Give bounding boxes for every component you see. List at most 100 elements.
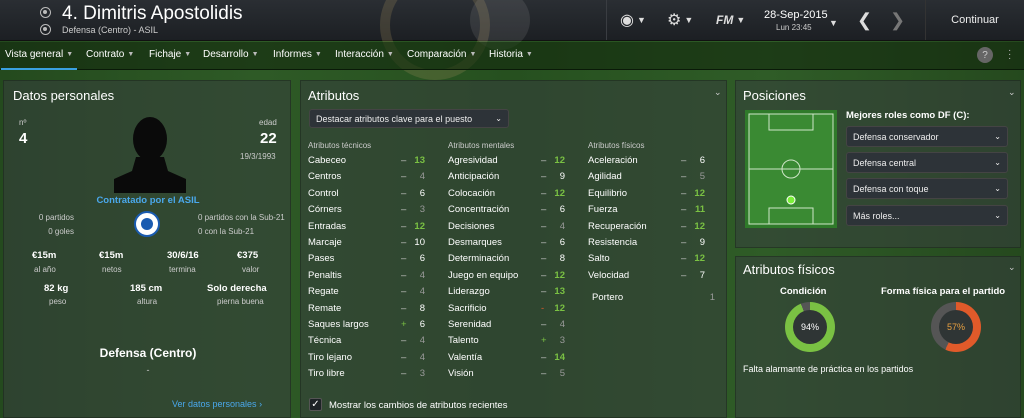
wage-value: €15m [32, 250, 57, 261]
back-button[interactable]: ❮ [857, 10, 872, 30]
condition-value: 94% [793, 310, 827, 344]
height-value: 185 cm [130, 283, 163, 294]
attribute-name[interactable]: Saques largos [308, 319, 369, 330]
attribute-name[interactable]: Anticipación [448, 171, 499, 182]
attribute-name[interactable]: Serenidad [448, 319, 491, 330]
panel-title: Posiciones [743, 88, 806, 103]
attribute-value: 6 [559, 204, 565, 216]
attribute-name[interactable]: Tiro lejano [308, 352, 352, 363]
attribute-change-indicator: – [541, 171, 547, 183]
chevron-down-icon[interactable]: ⌄ [1008, 87, 1016, 98]
attribute-name[interactable]: Recuperación [588, 221, 647, 232]
attribute-name[interactable]: Centros [308, 171, 341, 182]
attribute-name[interactable]: Córners [308, 204, 342, 215]
goalkeeper-label: Portero [592, 292, 624, 303]
player-silhouette-icon [114, 117, 186, 193]
attribute-name[interactable]: Colocación [448, 188, 495, 199]
world-menu[interactable]: ◉ ▼ [620, 10, 646, 30]
role-label: Defensa conservador [853, 131, 939, 142]
chevron-down-icon[interactable]: ⌄ [714, 87, 722, 98]
tab-informes[interactable]: Informes ▼ [273, 49, 322, 60]
radio-icon[interactable] [40, 7, 51, 18]
tab-label: Informes [273, 49, 312, 60]
attribute-name[interactable]: Concentración [448, 204, 509, 215]
attribute-name[interactable]: Velocidad [588, 270, 629, 281]
attribute-name[interactable]: Regate [308, 286, 339, 297]
tab-desarrollo[interactable]: Desarrollo ▼ [203, 49, 259, 60]
attribute-value: 3 [559, 335, 565, 347]
contract-club-link[interactable]: Contratado por el ASIL [4, 195, 292, 206]
attribute-name[interactable]: Decisiones [448, 221, 494, 232]
attribute-name[interactable]: Liderazgo [448, 286, 490, 297]
date-dropdown[interactable]: ▼ [829, 13, 838, 33]
more-roles-button[interactable]: Más roles... ⌄ [846, 205, 1008, 226]
attribute-name[interactable]: Sacrificio [448, 303, 487, 314]
attribute-name[interactable]: Entradas [308, 221, 346, 232]
tab-vista-general[interactable]: Vista general ▼ [0, 49, 78, 70]
attribute-name[interactable]: Agresividad [448, 155, 498, 166]
fitness-note: Falta alarmante de práctica en los parti… [743, 364, 914, 374]
chevron-down-icon: ⌄ [994, 158, 1001, 167]
attribute-name[interactable]: Cabeceo [308, 155, 346, 166]
positions-panel: Posiciones ⌄ Mejores roles como DF (C): … [735, 80, 1021, 248]
chevron-down-icon: ▼ [386, 51, 394, 58]
attribute-name[interactable]: Determinación [448, 253, 509, 264]
attribute-name[interactable]: Pases [308, 253, 334, 264]
attribute-name[interactable]: Juego en equipo [448, 270, 518, 281]
attribute-name[interactable]: Control [308, 188, 339, 199]
attribute-name[interactable]: Penaltis [308, 270, 342, 281]
attribute-name[interactable]: Fuerza [588, 204, 618, 215]
attribute-name[interactable]: Equilibrio [588, 188, 627, 199]
role-option[interactable]: Defensa central ⌄ [846, 152, 1008, 173]
attribute-change-indicator: – [401, 302, 407, 314]
attribute-value: 13 [414, 155, 425, 166]
attribute-name[interactable]: Visión [448, 368, 474, 379]
attribute-change-indicator: - [541, 302, 545, 314]
attribute-change-indicator: – [681, 237, 687, 248]
number-label: nº [19, 118, 27, 127]
attribute-value: 6 [419, 253, 425, 265]
fm-menu[interactable]: FM ▼ [716, 10, 745, 30]
globe-icon: ◉ [620, 12, 634, 29]
tab-fichaje[interactable]: Fichaje ▼ [149, 49, 191, 60]
tab-label: Desarrollo [203, 49, 249, 60]
attribute-name[interactable]: Agilidad [588, 171, 622, 182]
attribute-name[interactable]: Tiro libre [308, 368, 345, 379]
attribute-name[interactable]: Marcaje [308, 237, 342, 248]
tab-contrato[interactable]: Contrato ▼ [86, 49, 134, 60]
attribute-value: 12 [694, 187, 705, 199]
attribute-name[interactable]: Talento [448, 335, 479, 346]
help-icon[interactable]: ? [977, 47, 993, 63]
attribute-name[interactable]: Resistencia [588, 237, 637, 248]
tab-comparacion[interactable]: Comparación ▼ [407, 49, 476, 60]
attribute-name[interactable]: Aceleración [588, 155, 638, 166]
attribute-name[interactable]: Remate [308, 303, 341, 314]
highlight-attributes-dropdown[interactable]: Destacar atributos clave para el puesto ⌄ [309, 109, 509, 128]
radio-icon[interactable] [40, 24, 51, 35]
attribute-name[interactable]: Técnica [308, 335, 341, 346]
attribute-name[interactable]: Valentía [448, 352, 482, 363]
attribute-value: 4 [419, 269, 425, 281]
personal-details-link[interactable]: Ver datos personales › [172, 399, 262, 409]
attribute-name[interactable]: Salto [588, 253, 610, 264]
top-bar: 4. Dimitris Apostolidis Defensa (Centro)… [0, 0, 1024, 80]
role-option[interactable]: Defensa con toque ⌄ [846, 178, 1008, 199]
tab-label: Interacción [335, 49, 384, 60]
attribute-value: 6 [699, 155, 705, 166]
foot-label: pierna buena [217, 297, 264, 306]
role-option[interactable]: Defensa conservador ⌄ [846, 126, 1008, 147]
attribute-name[interactable]: Desmarques [448, 237, 502, 248]
attribute-value: 3 [419, 204, 425, 216]
game-time: Lun 23:45 [776, 23, 812, 32]
continue-button[interactable]: Continuar [925, 0, 1024, 40]
attribute-value: 4 [419, 286, 425, 298]
tab-historia[interactable]: Historia ▼ [489, 49, 533, 60]
settings-menu[interactable]: ⚙ ▼ [667, 10, 693, 30]
more-options-icon[interactable]: · · · [1008, 46, 1011, 64]
game-date[interactable]: 28-Sep-2015 [764, 9, 828, 21]
forward-button[interactable]: ❯ [890, 10, 905, 30]
recent-changes-checkbox[interactable]: ✓ [309, 398, 322, 411]
panel-title: Datos personales [13, 88, 115, 103]
tab-interaccion[interactable]: Interacción ▼ [335, 49, 394, 60]
chevron-down-icon[interactable]: ⌄ [1008, 262, 1016, 273]
